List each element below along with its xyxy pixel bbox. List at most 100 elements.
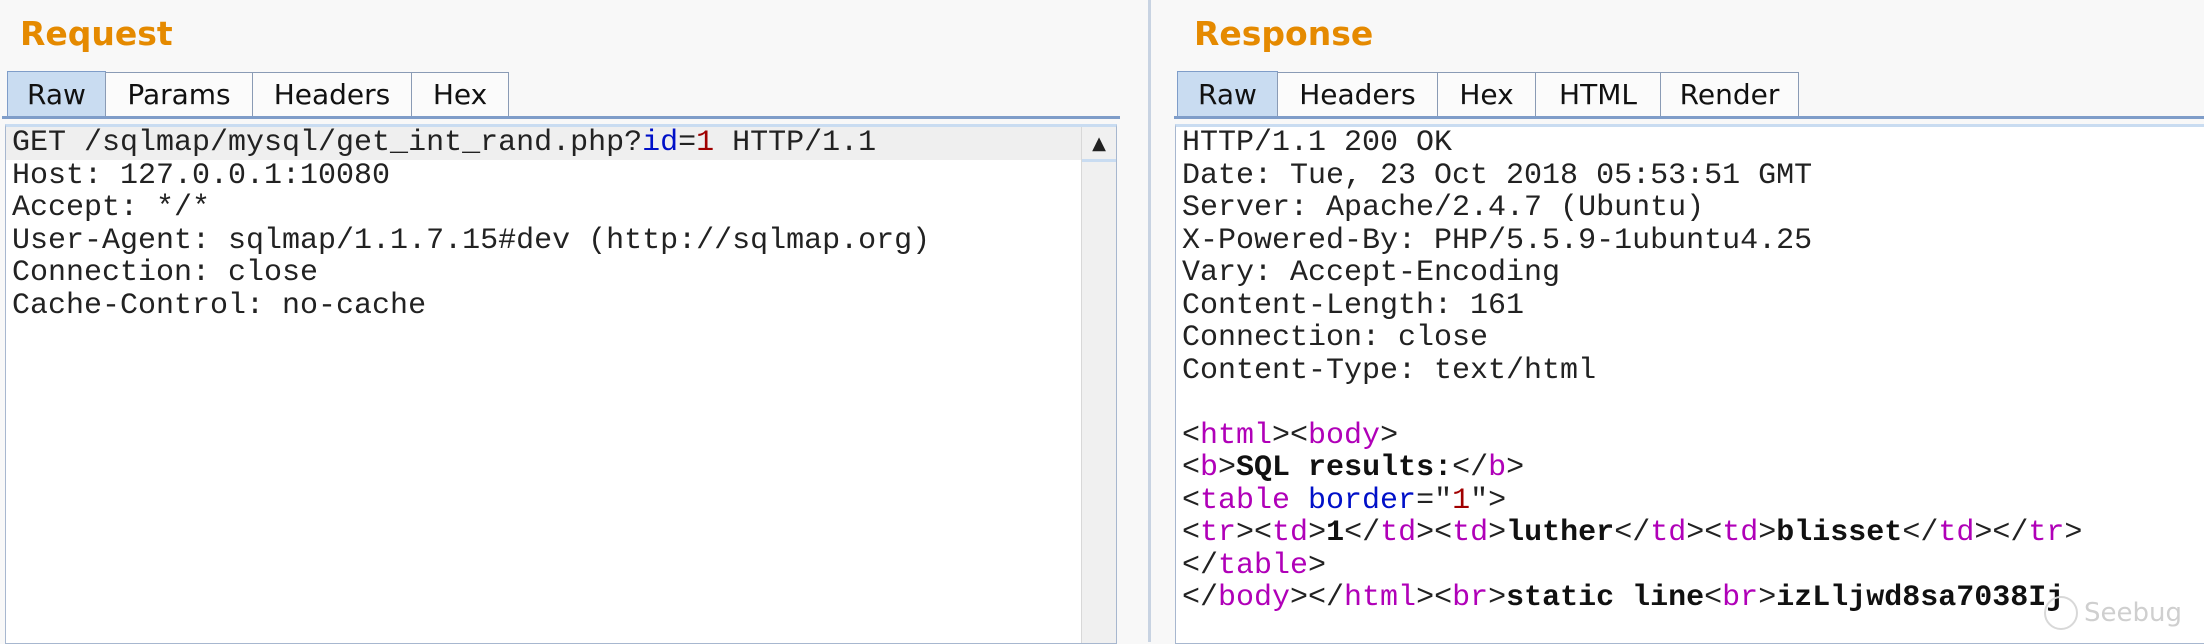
text-segment: Accept: */* bbox=[12, 191, 211, 225]
html-tag-name: br bbox=[1452, 581, 1489, 615]
text-segment: > bbox=[1380, 418, 1399, 453]
html-attribute: id bbox=[642, 126, 679, 160]
vertical-scrollbar[interactable]: ▲ bbox=[1081, 127, 1116, 643]
tab-headers[interactable]: Headers bbox=[252, 72, 412, 116]
watermark-text: Seebug bbox=[2084, 598, 2182, 628]
text-segment: > bbox=[1488, 581, 1507, 615]
request-raw-text[interactable]: GET /sqlmap/mysql/get_int_rand.php?id=1 … bbox=[6, 127, 1116, 322]
text-segment: >< bbox=[1236, 516, 1273, 550]
request-title: Request bbox=[20, 14, 173, 53]
tab-divider bbox=[1174, 116, 2204, 119]
scroll-up-arrow-icon[interactable]: ▲ bbox=[1082, 127, 1116, 162]
html-tag-name: tr bbox=[2028, 516, 2065, 550]
html-tag-name: b bbox=[1200, 451, 1219, 485]
text-segment: Connection: close bbox=[12, 256, 319, 290]
tab-raw[interactable]: Raw bbox=[7, 71, 106, 117]
tab-raw[interactable]: Raw bbox=[1177, 71, 1278, 117]
tab-render[interactable]: Render bbox=[1660, 72, 1799, 116]
text-segment: = bbox=[678, 126, 697, 160]
text-segment: >< bbox=[1272, 418, 1309, 453]
text-segment: < bbox=[1182, 483, 1201, 518]
text-segment: > bbox=[1758, 581, 1777, 615]
text-segment: </ bbox=[1182, 548, 1219, 583]
code-line: User-Agent: sqlmap/1.1.7.15#dev (http://… bbox=[6, 224, 1116, 258]
code-line: Date: Tue, 23 Oct 2018 05:53:51 GMT bbox=[1176, 158, 2204, 193]
text-segment: >< bbox=[1686, 516, 1723, 550]
text-segment: > bbox=[1308, 548, 1327, 583]
tab-hex[interactable]: Hex bbox=[1437, 72, 1536, 116]
bold-content: SQL results: bbox=[1236, 451, 1453, 485]
html-tag-name: table bbox=[1218, 548, 1309, 583]
html-tag-name: body bbox=[1218, 581, 1291, 615]
tab-params[interactable]: Params bbox=[105, 72, 253, 116]
text-segment: Host: 127.0.0.1:10080 bbox=[12, 158, 391, 193]
attribute-value: 1 bbox=[696, 126, 715, 160]
bold-content: 1 bbox=[1326, 516, 1345, 550]
request-editor[interactable]: GET /sqlmap/mysql/get_int_rand.php?id=1 … bbox=[5, 124, 1117, 644]
text-segment: ></ bbox=[1974, 516, 2029, 550]
code-line: <table border="1"> bbox=[1176, 483, 2204, 518]
code-line: Connection: close bbox=[6, 257, 1116, 290]
text-segment: > bbox=[2064, 516, 2083, 550]
response-raw-text[interactable]: HTTP/1.1 200 OK Date: Tue, 23 Oct 2018 05… bbox=[1176, 127, 2204, 615]
html-tag-name: td bbox=[1722, 516, 1759, 550]
bold-content: izLljwd8sa7038Ij bbox=[1776, 581, 2065, 615]
code-line: <b>SQL results:</b> bbox=[1176, 452, 2204, 485]
code-line: HTTP/1.1 200 OK bbox=[1176, 127, 2204, 160]
code-line: Connection: close bbox=[1176, 322, 2204, 355]
text-segment: < bbox=[1182, 451, 1201, 485]
text-segment: GET /sqlmap/mysql/get_int_rand.php? bbox=[12, 126, 643, 160]
text-segment bbox=[1290, 484, 1308, 518]
split-pane-divider[interactable] bbox=[1148, 0, 1151, 642]
html-tag-name: html bbox=[1200, 418, 1273, 453]
html-tag-name: table bbox=[1200, 483, 1291, 518]
text-segment: > bbox=[1218, 451, 1237, 485]
bold-content: blisset bbox=[1776, 516, 1903, 550]
text-segment: >< bbox=[1416, 581, 1453, 615]
text-segment: Cache-Control: no-cache bbox=[12, 288, 427, 323]
text-segment: > bbox=[1308, 516, 1327, 550]
code-line: Accept: */* bbox=[6, 192, 1116, 225]
text-segment: Connection: close bbox=[1182, 321, 1489, 355]
html-tag-name: html bbox=[1344, 581, 1417, 615]
text-segment: HTTP/1.1 bbox=[714, 126, 877, 160]
text-segment: =" bbox=[1416, 483, 1453, 518]
bold-content: static line bbox=[1506, 581, 1705, 615]
text-segment: Content-Type: text/html bbox=[1182, 353, 1597, 388]
response-editor[interactable]: HTTP/1.1 200 OK Date: Tue, 23 Oct 2018 05… bbox=[1175, 124, 2204, 644]
text-segment: > bbox=[1488, 516, 1507, 550]
request-tabs: Raw Params Headers Hex bbox=[7, 71, 509, 117]
html-tag-name: td bbox=[1272, 516, 1309, 550]
text-segment: < bbox=[1182, 516, 1201, 550]
text-segment: ></ bbox=[1290, 581, 1345, 615]
code-line: Host: 127.0.0.1:10080 bbox=[6, 158, 1116, 193]
seebug-watermark: Seebug bbox=[2044, 596, 2182, 630]
html-tag-name: b bbox=[1488, 451, 1507, 485]
text-segment: > bbox=[1758, 516, 1777, 550]
text-segment: </ bbox=[1614, 516, 1651, 550]
text-segment: Date: Tue, 23 Oct 2018 05:53:51 GMT bbox=[1182, 158, 1813, 193]
text-segment: > bbox=[1506, 451, 1525, 485]
tab-divider bbox=[2, 116, 1120, 119]
code-line: <html><body> bbox=[1176, 418, 2204, 453]
tab-headers[interactable]: Headers bbox=[1277, 72, 1438, 116]
code-line: <tr><td>1</td><td>luther</td><td>blisset… bbox=[1176, 517, 2204, 550]
html-tag-name: td bbox=[1938, 516, 1975, 550]
attribute-value: 1 bbox=[1452, 483, 1471, 518]
text-segment: </ bbox=[1344, 516, 1381, 550]
text-segment: < bbox=[1182, 418, 1201, 453]
text-segment: Content-Length: 161 bbox=[1182, 288, 1525, 323]
text-segment: "> bbox=[1470, 483, 1507, 518]
html-tag-name: td bbox=[1650, 516, 1687, 550]
text-segment: </ bbox=[1182, 581, 1219, 615]
code-line: X-Powered-By: PHP/5.5.9-1ubuntu4.25 bbox=[1176, 224, 2204, 258]
response-title: Response bbox=[1194, 14, 1374, 53]
tab-html[interactable]: HTML bbox=[1535, 72, 1661, 116]
html-tag-name: td bbox=[1452, 516, 1489, 550]
html-attribute: border bbox=[1308, 483, 1417, 518]
code-line: Content-Type: text/html bbox=[1176, 353, 2204, 388]
text-segment: Server: Apache/2.4.7 (Ubuntu) bbox=[1182, 191, 1705, 225]
tab-hex[interactable]: Hex bbox=[411, 72, 509, 116]
bold-content: luther bbox=[1506, 516, 1615, 550]
